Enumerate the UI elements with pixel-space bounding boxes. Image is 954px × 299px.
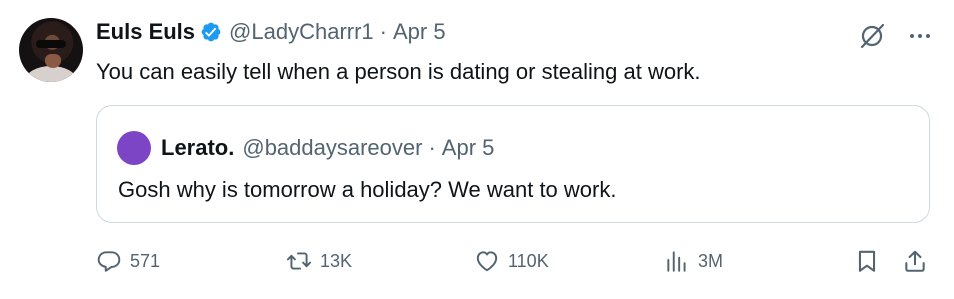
avatar-hand <box>45 54 61 68</box>
more-icon[interactable] <box>908 24 932 48</box>
avatar-sunglasses <box>36 40 66 48</box>
reply-icon <box>97 251 121 272</box>
quoted-separator-dot: · <box>428 135 436 160</box>
repost-icon <box>286 252 312 270</box>
quoted-tweet-header: Lerato. @baddaysareover · Apr 5 <box>117 131 495 165</box>
author-handle[interactable]: @LadyCharrr1 <box>229 19 374 45</box>
reply-button[interactable]: 571 <box>96 248 160 274</box>
quoted-author-avatar <box>117 131 151 165</box>
repost-button[interactable]: 13K <box>286 248 352 274</box>
author-name[interactable]: Euls Euls <box>96 19 195 45</box>
quoted-tweet[interactable]: Lerato. @baddaysareover · Apr 5 Gosh why… <box>96 105 930 223</box>
author-avatar[interactable] <box>19 18 83 82</box>
quoted-author-handle: @baddaysareover <box>242 135 423 160</box>
like-button[interactable]: 110K <box>474 248 549 274</box>
quoted-tweet-text: Gosh why is tomorrow a holiday? We want … <box>118 177 617 202</box>
tweet-actions: 571 13K 110K 3M <box>96 248 934 278</box>
repost-count: 13K <box>320 250 353 271</box>
reply-count: 571 <box>130 250 161 271</box>
views-icon <box>667 251 686 272</box>
tweet-top-actions <box>858 22 932 50</box>
views-button[interactable]: 3M <box>664 248 723 274</box>
tweet-text: You can easily tell when a person is dat… <box>96 59 701 84</box>
separator-dot: · <box>379 19 387 44</box>
share-button[interactable] <box>902 248 928 274</box>
share-icon <box>905 250 925 272</box>
grok-icon[interactable] <box>858 22 886 50</box>
heart-icon <box>476 251 498 272</box>
quoted-tweet-date: Apr 5 <box>441 135 495 160</box>
verified-badge-icon <box>200 21 222 43</box>
tweet-header: Euls Euls @LadyCharrr1 · Apr 5 <box>96 18 446 46</box>
bookmark-icon <box>858 250 876 272</box>
quoted-author-name: Lerato. <box>161 135 235 160</box>
bookmark-button[interactable] <box>854 248 880 274</box>
tweet-date[interactable]: Apr 5 <box>393 19 446 45</box>
views-count: 3M <box>698 250 724 271</box>
avatar-shoulder <box>25 66 77 82</box>
like-count: 110K <box>508 250 549 271</box>
